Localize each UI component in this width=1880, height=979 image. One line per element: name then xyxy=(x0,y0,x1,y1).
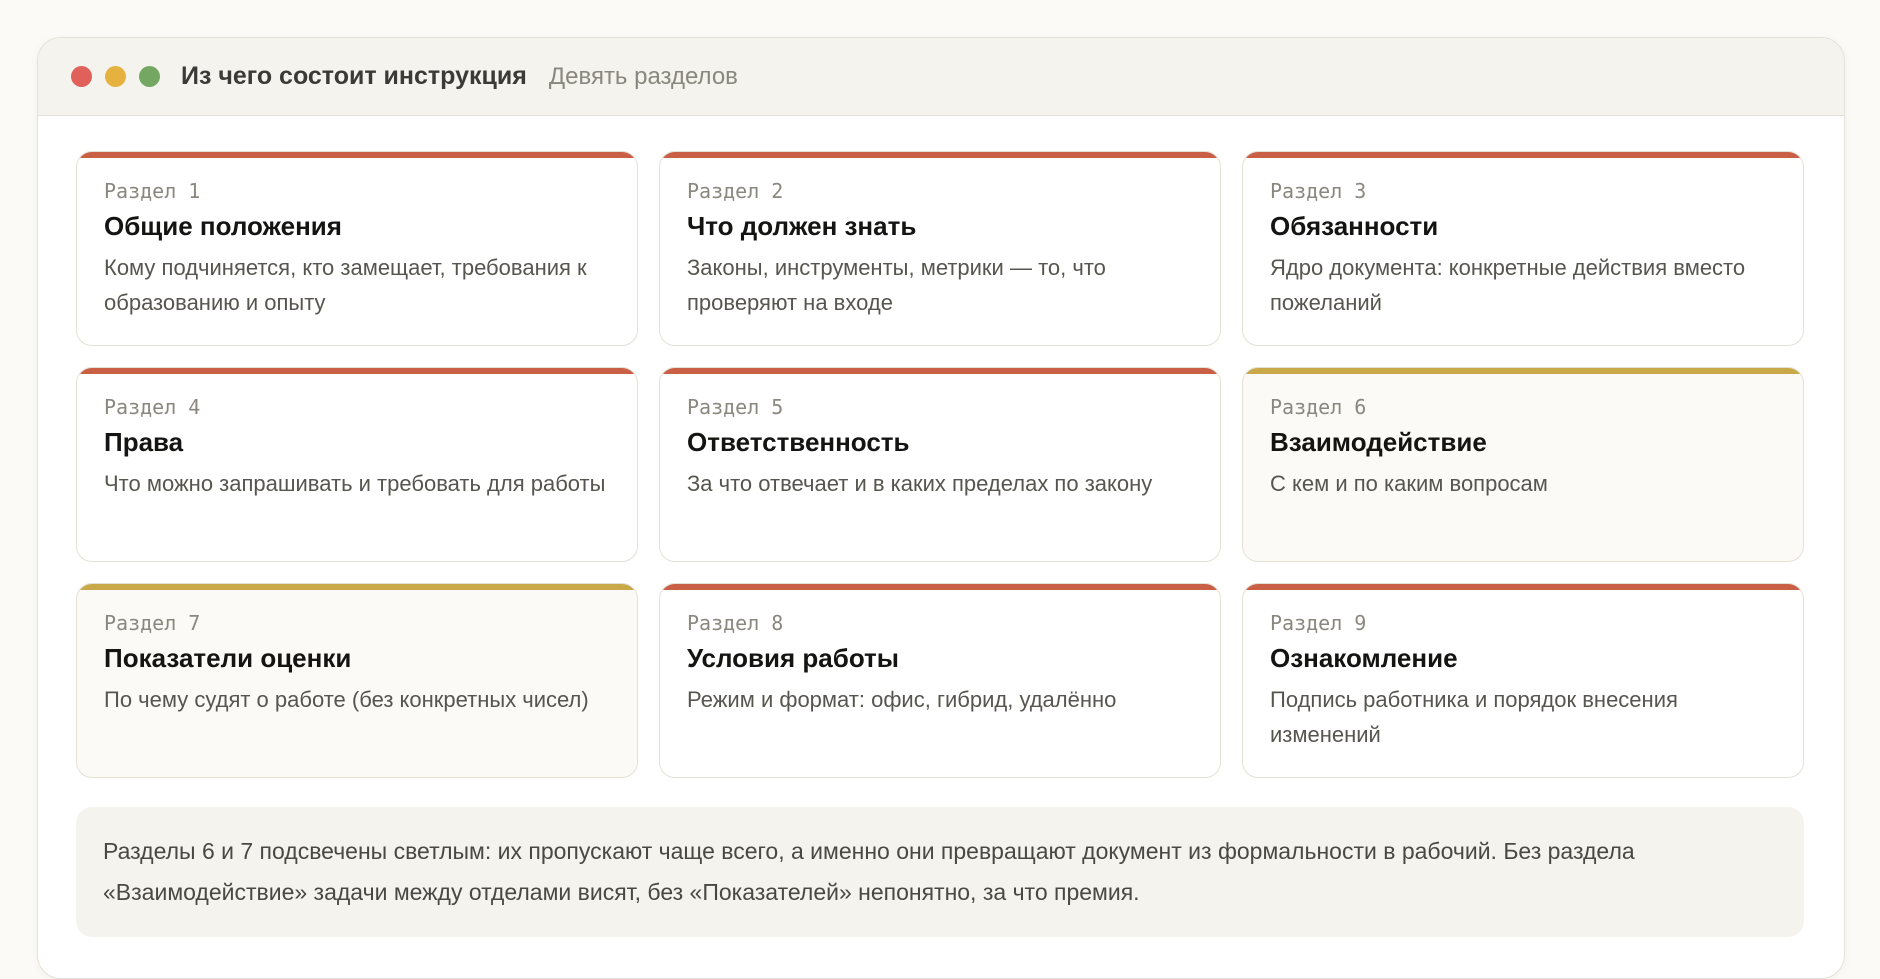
maximize-window-button[interactable] xyxy=(139,66,160,87)
window-title: Из чего состоит инструкция xyxy=(181,62,527,90)
highlight-note: Разделы 6 и 7 подсвечены светлым: их про… xyxy=(76,807,1804,937)
section-accent-bar xyxy=(660,584,1220,590)
section-title: Обязанности xyxy=(1270,211,1439,241)
section-title: Ответственность xyxy=(687,427,910,457)
section-description: Законы, инструменты, метрики — то, что п… xyxy=(687,255,1106,315)
section-title: Условия работы xyxy=(687,643,899,673)
section-description: Режим и формат: офис, гибрид, удалённо xyxy=(687,687,1117,712)
section-number: Раздел 1 xyxy=(104,179,201,203)
section-title: Права xyxy=(104,427,184,457)
section-description: Ядро документа: конкретные действия вмес… xyxy=(1270,255,1746,315)
section-card-6: Раздел 6 Взаимодействие С кем и по каким в… xyxy=(1242,367,1804,562)
section-card-9: Раздел 9 Ознакомление Подпись работника и … xyxy=(1242,583,1804,778)
section-description: Что можно запрашивать и требовать для ра… xyxy=(104,471,606,496)
section-description: По чему судят о работе (без конкретных ч… xyxy=(104,687,589,712)
section-title: Взаимодействие xyxy=(1270,427,1487,457)
section-accent-bar xyxy=(1243,584,1803,590)
section-number: Раздел 7 xyxy=(104,611,201,635)
section-card-2: Раздел 2 Что должен знать Законы, инструме… xyxy=(659,151,1221,346)
section-description: Подпись работника и порядок внесения изм… xyxy=(1270,687,1678,747)
section-title: Ознакомление xyxy=(1270,643,1458,673)
section-accent-bar xyxy=(660,152,1220,158)
section-card-8: Раздел 8 Условия работы Режим и формат: оф… xyxy=(659,583,1221,778)
section-number: Раздел 5 xyxy=(687,395,784,419)
close-window-button[interactable] xyxy=(71,66,92,87)
section-card-4: Раздел 4 Права Что можно запрашивать и тре… xyxy=(76,367,638,562)
section-number: Раздел 3 xyxy=(1270,179,1367,203)
section-description: С кем и по каким вопросам xyxy=(1270,471,1548,496)
section-title: Общие положения xyxy=(104,211,342,241)
section-title: Что должен знать xyxy=(687,211,917,241)
section-card-3: Раздел 3 Обязанности Ядро документа: конкр… xyxy=(1242,151,1804,346)
title-bar: Из чего состоит инструкция Девять раздел… xyxy=(38,38,1844,116)
section-description: За что отвечает и в каких пределах по за… xyxy=(687,471,1153,496)
section-number: Раздел 9 xyxy=(1270,611,1367,635)
section-title: Показатели оценки xyxy=(104,643,352,673)
section-number: Раздел 6 xyxy=(1270,395,1367,419)
section-accent-bar xyxy=(1243,368,1803,374)
section-description: Кому подчиняется, кто замещает, требован… xyxy=(104,255,587,315)
section-accent-bar xyxy=(660,368,1220,374)
section-accent-bar xyxy=(77,152,637,158)
section-card-7: Раздел 7 Показатели оценки По чему судят о… xyxy=(76,583,638,778)
section-accent-bar xyxy=(77,368,637,374)
window-subtitle: Девять разделов xyxy=(548,62,738,90)
section-number: Раздел 8 xyxy=(687,611,784,635)
section-card-5: Раздел 5 Ответственность За что отвечает и… xyxy=(659,367,1221,562)
section-card-1: Раздел 1 Общие положения Кому подчиняется,… xyxy=(76,151,638,346)
section-accent-bar xyxy=(77,584,637,590)
app-window: Из чего состоит инструкция Девять раздел… xyxy=(37,37,1845,979)
section-number: Раздел 4 xyxy=(104,395,201,419)
sections-grid: Раздел 1 Общие положения Кому подчиняется,… xyxy=(76,151,1804,778)
section-number: Раздел 2 xyxy=(687,179,784,203)
minimize-window-button[interactable] xyxy=(105,66,126,87)
section-accent-bar xyxy=(1243,152,1803,158)
